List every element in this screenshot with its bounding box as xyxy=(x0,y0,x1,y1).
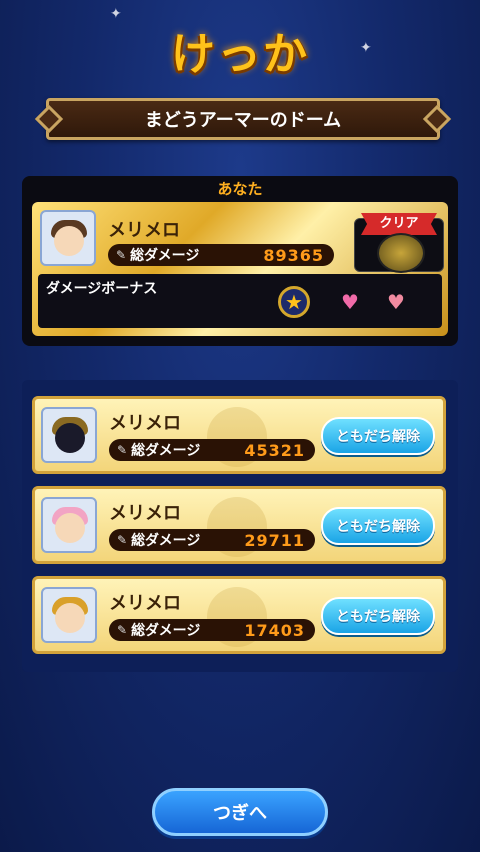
avatar xyxy=(40,210,96,266)
sword-icon: ✎ xyxy=(116,248,127,262)
sword-icon: ✎ xyxy=(117,443,128,457)
total-damage-value: 29711 xyxy=(244,530,305,550)
unfriend-button[interactable]: ともだち解除 xyxy=(321,417,435,455)
total-damage-value: 17403 xyxy=(244,620,305,640)
friend-card: メリメロ ✎ 総ダメージ 29711 ともだち解除 xyxy=(32,486,446,564)
friend-card: メリメロ ✎ 総ダメージ 17403 ともだち解除 xyxy=(32,576,446,654)
stage-name: まどうアーマーのドーム xyxy=(144,110,342,131)
unfriend-button[interactable]: ともだち解除 xyxy=(321,507,435,545)
next-button[interactable]: つぎへ xyxy=(152,788,328,836)
clear-box: クリア xyxy=(354,213,444,273)
you-label: あなた xyxy=(217,180,263,198)
damage-bonus-area: ダメージボーナス ★ ♥ ♥ xyxy=(38,274,442,328)
heart-star-icon: ♥ xyxy=(341,290,359,314)
friends-panel: メリメロ ✎ 総ダメージ 45321 ともだち解除 メリメロ ✎ 総ダメージ 2… xyxy=(22,380,458,672)
total-damage-bar: ✎ 総ダメージ 29711 xyxy=(109,529,315,551)
total-damage-bar: ✎ 総ダメージ 89365 xyxy=(108,244,334,266)
unfriend-button[interactable]: ともだち解除 xyxy=(321,597,435,635)
player-name: メリメロ xyxy=(108,220,180,241)
total-damage-label: 総ダメージ xyxy=(130,248,200,264)
total-damage-bar: ✎ 総ダメージ 17403 xyxy=(109,619,315,641)
page-title: けっか xyxy=(171,29,309,80)
total-damage-bar: ✎ 総ダメージ 45321 xyxy=(109,439,315,461)
friend-card: メリメロ ✎ 総ダメージ 45321 ともだち解除 xyxy=(32,396,446,474)
heart-badge-icon: ♥ xyxy=(387,290,405,314)
your-result-panel: あなた メリメロ ✎ 総ダメージ 89365 クリア ダメージボーナス ★ ♥ … xyxy=(22,176,458,346)
friend-name: メリメロ xyxy=(109,503,181,524)
your-result-card: メリメロ ✎ 総ダメージ 89365 クリア ダメージボーナス ★ ♥ ♥ xyxy=(32,202,448,336)
sword-icon: ✎ xyxy=(117,623,128,637)
damage-bonus-label: ダメージボーナス xyxy=(46,281,158,297)
star-medal-icon: ★ xyxy=(278,286,310,318)
friend-name: メリメロ xyxy=(109,413,181,434)
total-damage-value: 45321 xyxy=(244,440,305,460)
total-damage-label: 総ダメージ xyxy=(131,533,201,549)
avatar xyxy=(41,497,97,553)
total-damage-label: 総ダメージ xyxy=(131,443,201,459)
stage-name-banner: まどうアーマーのドーム xyxy=(46,98,440,140)
total-damage-label: 総ダメージ xyxy=(131,623,201,639)
avatar xyxy=(41,587,97,643)
total-damage-value: 89365 xyxy=(263,245,324,265)
friend-name: メリメロ xyxy=(109,593,181,614)
sword-icon: ✎ xyxy=(117,533,128,547)
avatar xyxy=(41,407,97,463)
clear-badge: クリア xyxy=(361,213,437,235)
boss-icon xyxy=(377,233,425,273)
